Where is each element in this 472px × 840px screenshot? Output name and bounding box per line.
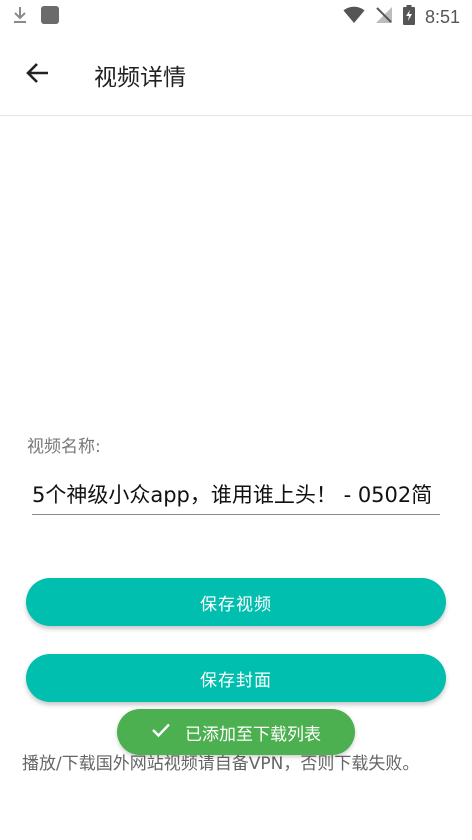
battery-charging-icon [402,4,415,30]
video-name-input[interactable]: 5个神级小众app，谁用谁上头！ - 0502简 [32,480,440,515]
app-bar: 视频详情 [0,34,472,116]
status-bar-left [12,5,60,30]
square-app-icon [40,5,60,30]
video-name-label: 视频名称: [27,437,101,457]
toast-message: 已添加至下载列表 [117,709,355,755]
back-button[interactable] [10,47,66,103]
status-time: 8:51 [424,6,460,27]
toast-text: 已添加至下载列表 [185,724,321,745]
status-bar: 8:51 [0,0,472,34]
arrow-left-icon [25,60,51,90]
save-cover-button[interactable]: 保存封面 [26,654,446,702]
status-bar-right: 8:51 [343,4,460,30]
video-player-area[interactable] [0,117,472,417]
download-icon [12,5,28,30]
check-icon [151,722,171,743]
wifi-icon [343,6,365,29]
page-title: 视频详情 [94,64,186,91]
signal-off-icon [375,6,393,29]
save-video-button[interactable]: 保存视频 [26,578,446,626]
